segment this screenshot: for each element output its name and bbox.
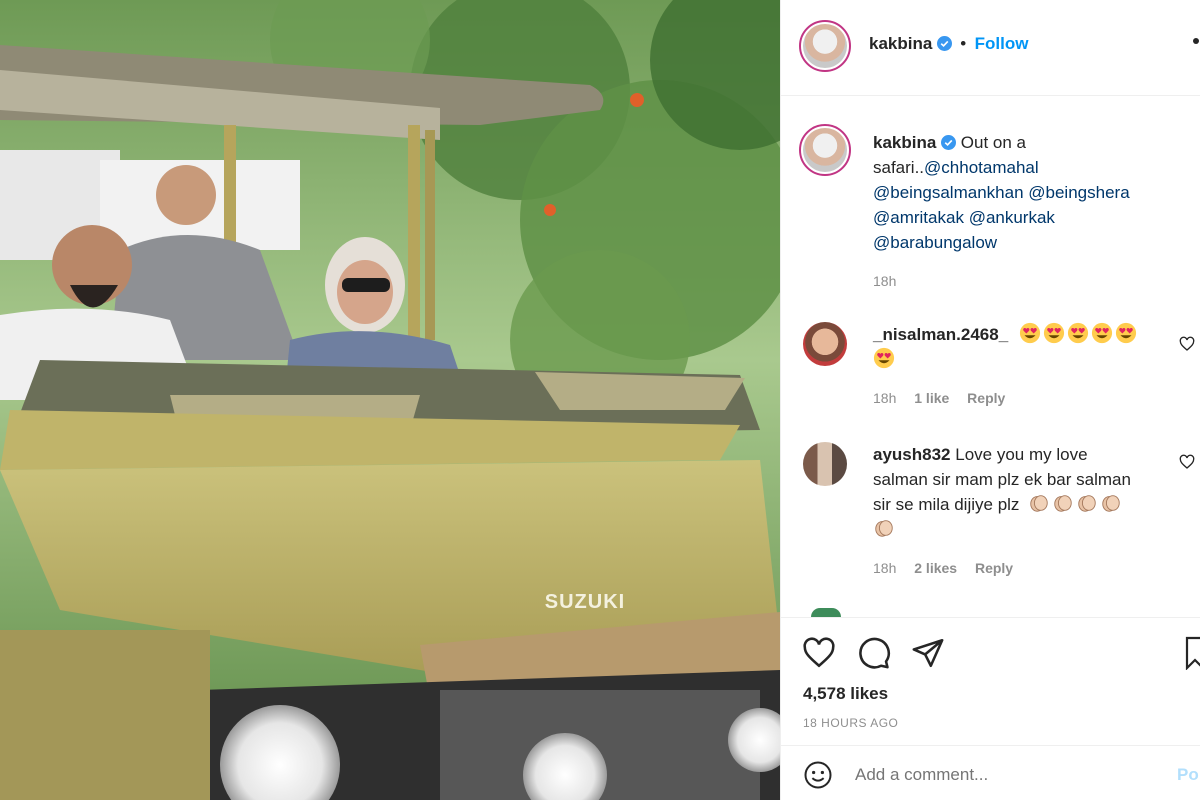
post-header: kakbina • Follow: [781, 0, 1200, 96]
comment-time: 18h: [873, 560, 897, 576]
author-line: kakbina • Follow: [869, 34, 1028, 54]
comment-item: _nisalman.2468_ 18h 1 like Reply: [873, 322, 1173, 411]
comment-text-line2: salman sir mam plz ek bar salman: [873, 470, 1131, 489]
comment-emoji-row: [1028, 495, 1124, 514]
heart-eyes-emoji: [1091, 322, 1112, 344]
comment-emoji-row: [1019, 322, 1139, 344]
verified-badge-icon: [936, 36, 952, 51]
post-details-panel: kakbina • Follow kakbina Out on a safari…: [780, 0, 1200, 800]
more-options-icon[interactable]: [1193, 38, 1199, 44]
commenter-avatar[interactable]: [803, 442, 847, 486]
caption-avatar[interactable]: [799, 124, 851, 176]
clapping-hands-emoji: [1078, 495, 1096, 512]
caption-time: 18h: [873, 273, 897, 289]
mention-link[interactable]: @chhotamahal: [924, 158, 1039, 177]
clapping-hands-emoji: [875, 520, 893, 537]
comment-emoji-row: [873, 517, 1173, 542]
reply-button[interactable]: Reply: [975, 560, 1013, 576]
heart-eyes-emoji: [1043, 322, 1064, 344]
author-avatar[interactable]: [799, 20, 851, 72]
comment-username[interactable]: _nisalman.2468_: [873, 325, 1008, 344]
mention-link[interactable]: @ankurkak: [969, 208, 1055, 227]
heart-eyes-emoji: [1067, 322, 1088, 344]
comment-bubble-icon[interactable]: [857, 636, 891, 670]
author-username[interactable]: kakbina: [869, 34, 932, 53]
comment-likes[interactable]: 1 like: [914, 390, 949, 406]
follow-button[interactable]: Follow: [975, 34, 1029, 53]
comment-username[interactable]: ayush832: [873, 445, 951, 464]
mention-link[interactable]: @beingsalmankhan: [873, 183, 1024, 202]
add-comment-bar: Po: [781, 745, 1200, 800]
likes-count[interactable]: 4,578 likes: [803, 684, 888, 704]
comment-emoji-row: [873, 347, 1173, 372]
comment-meta: 18h 1 like Reply: [873, 386, 1173, 411]
mention-link[interactable]: @barabungalow: [873, 233, 997, 252]
safari-jeep-illustration: SUZUKI: [0, 0, 780, 800]
mention-link[interactable]: @beingshera: [1028, 183, 1129, 202]
caption-text-line1: Out on a: [960, 133, 1026, 152]
post-timestamp: 18 HOURS AGO: [803, 716, 899, 730]
post-photo[interactable]: SUZUKI: [0, 0, 780, 800]
comment-meta: 18h 2 likes Reply: [873, 556, 1173, 581]
svg-text:SUZUKI: SUZUKI: [545, 591, 625, 613]
post-comment-button[interactable]: Po: [1177, 765, 1199, 785]
commenter-avatar[interactable]: [803, 322, 847, 366]
caption-text-line2: safari..: [873, 158, 925, 177]
heart-eyes-emoji: [1019, 322, 1040, 344]
separator-dot: •: [960, 34, 967, 53]
clapping-hands-emoji: [1030, 495, 1048, 512]
post-actions: 4,578 likes 18 HOURS AGO: [781, 617, 1200, 745]
share-paper-plane-icon[interactable]: [911, 636, 945, 670]
comment-likes[interactable]: 2 likes: [914, 560, 957, 576]
like-comment-heart-icon[interactable]: [1179, 336, 1195, 352]
reply-button[interactable]: Reply: [967, 390, 1005, 406]
comment-text-line1: Love you my love: [955, 445, 1088, 464]
emoji-smiley-icon[interactable]: [803, 760, 833, 790]
mention-link[interactable]: @amritakak: [873, 208, 964, 227]
comment-text-line3: sir se mila dijiye plz: [873, 495, 1020, 514]
caption-username[interactable]: kakbina: [873, 133, 936, 152]
comment-time: 18h: [873, 390, 897, 406]
comment-item: ayush832 Love you my love salman sir mam…: [873, 442, 1173, 581]
verified-badge-icon: [941, 135, 957, 150]
like-comment-heart-icon[interactable]: [1179, 454, 1195, 470]
clapping-hands-emoji: [1054, 495, 1072, 512]
add-comment-input[interactable]: [855, 760, 1155, 790]
clapping-hands-emoji: [1102, 495, 1120, 512]
next-commenter-avatar-partial: [811, 608, 841, 617]
save-bookmark-icon[interactable]: [1185, 636, 1200, 670]
heart-eyes-emoji: [1115, 322, 1136, 344]
heart-eyes-emoji: [873, 347, 895, 369]
post-caption: kakbina Out on a safari..@chhotamahal @b…: [873, 130, 1173, 294]
like-heart-icon[interactable]: [801, 636, 837, 670]
